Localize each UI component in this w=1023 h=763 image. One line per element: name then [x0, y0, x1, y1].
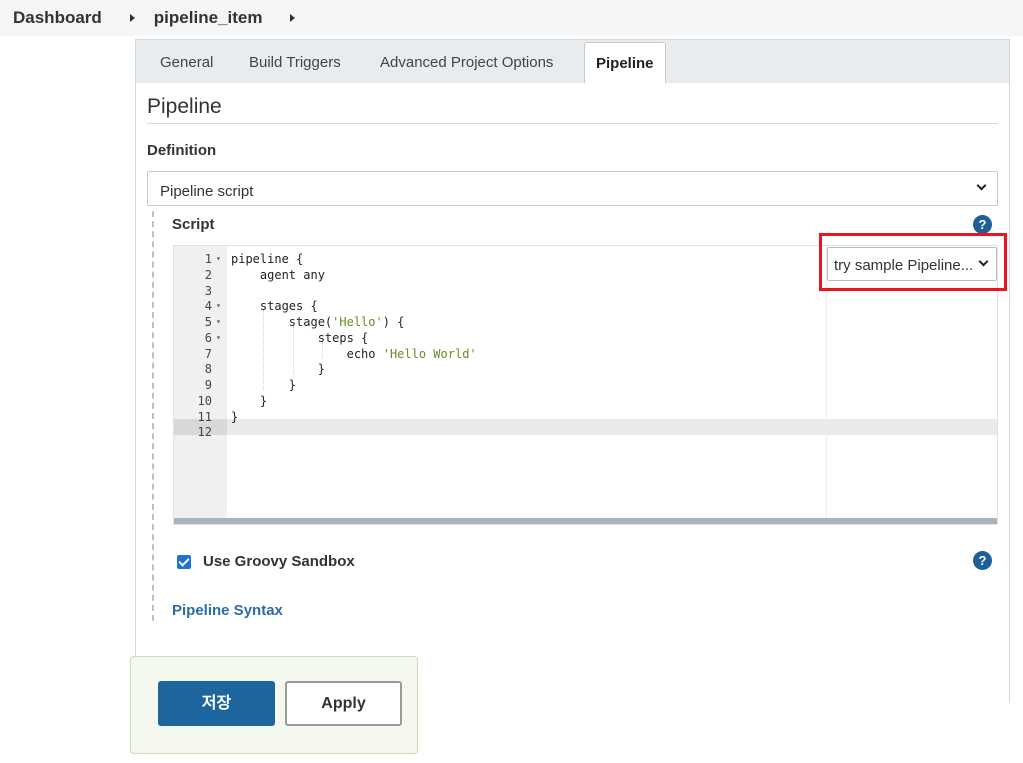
fold-arrow-icon[interactable]: ▾ — [216, 298, 221, 314]
line-number: 2 — [204, 267, 212, 282]
code-text: pipeline { — [231, 251, 303, 267]
code-line: 4 ▾ stages { — [174, 298, 997, 314]
fold-arrow-icon[interactable]: ▾ — [216, 330, 221, 346]
chevron-down-icon — [976, 180, 987, 191]
code-token: ) { — [382, 315, 405, 329]
line-number: 11 — [197, 409, 212, 424]
code-line: 12 — [174, 424, 997, 440]
line-number: 10 — [197, 393, 212, 408]
code-token: stage( — [231, 315, 333, 329]
code-token: agent any — [231, 267, 325, 282]
code-line: 8 } — [174, 361, 997, 377]
breadcrumb-dashboard[interactable]: Dashboard — [13, 8, 102, 28]
tab-general[interactable]: General — [160, 54, 213, 71]
code-token: } — [231, 393, 268, 408]
code-token: } — [231, 378, 297, 392]
script-label: Script — [172, 216, 215, 233]
line-number: 3 — [204, 283, 212, 298]
code-text: } — [231, 377, 296, 393]
nested-section-indicator — [152, 211, 154, 621]
fold-arrow-icon[interactable]: ▾ — [216, 251, 221, 267]
definition-label: Definition — [147, 142, 217, 159]
checkbox-checked-icon[interactable] — [177, 554, 191, 569]
line-number: 5 — [204, 315, 212, 329]
fold-arrow-icon[interactable]: ▾ — [216, 314, 221, 330]
code-line: 5 ▾ stage('Hello') { — [174, 314, 997, 330]
code-token: } — [231, 409, 239, 424]
pipeline-config-panel: Pipeline Definition Pipeline script Scri… — [135, 83, 1010, 703]
code-text: } — [231, 393, 267, 409]
code-text: } — [231, 409, 238, 425]
code-text: stages { — [231, 298, 318, 314]
breadcrumb: Dashboard pipeline_item — [0, 0, 1023, 36]
code-text: echo 'Hello World' — [231, 346, 477, 362]
tab-advanced-project-options[interactable]: Advanced Project Options — [380, 54, 553, 71]
highlight-annotation — [819, 233, 1007, 291]
code-string: 'Hello World' — [382, 346, 477, 361]
code-string: 'Hello' — [332, 315, 383, 329]
breadcrumb-arrow-icon[interactable] — [129, 14, 135, 22]
code-token: pipeline { — [231, 252, 304, 266]
section-divider — [147, 123, 998, 124]
code-token: } — [231, 362, 325, 377]
code-line: 10 } — [174, 393, 997, 409]
line-number: 7 — [204, 346, 212, 361]
groovy-sandbox-option[interactable]: Use Groovy Sandbox — [177, 553, 355, 570]
line-number: 4 — [204, 299, 212, 314]
code-line: 6 ▾ steps { — [174, 330, 997, 346]
tab-build-triggers[interactable]: Build Triggers — [249, 54, 341, 71]
code-line: 9 } — [174, 377, 997, 393]
code-line: 11} — [174, 409, 997, 425]
line-number: 8 — [204, 362, 212, 377]
apply-button[interactable]: Apply — [285, 681, 402, 726]
code-token: stages { — [231, 299, 318, 314]
definition-select[interactable]: Pipeline script — [147, 171, 998, 206]
line-number: 9 — [204, 378, 212, 392]
section-title: Pipeline — [147, 95, 222, 118]
breadcrumb-pipeline-item[interactable]: pipeline_item — [154, 8, 263, 28]
save-button[interactable]: 저장 — [158, 681, 275, 726]
line-number: 12 — [197, 425, 212, 440]
config-tab-bar: General Build Triggers Advanced Project … — [135, 39, 1010, 85]
sandbox-label: Use Groovy Sandbox — [203, 553, 355, 570]
definition-select-value: Pipeline script — [160, 183, 254, 200]
line-number: 1 — [204, 252, 212, 266]
line-number: 6 — [204, 330, 212, 345]
tab-pipeline[interactable]: Pipeline — [584, 42, 666, 85]
form-button-bar: 저장 Apply — [130, 656, 418, 754]
code-token: steps { — [231, 330, 369, 345]
sandbox-help-icon[interactable]: ? — [973, 551, 992, 570]
breadcrumb-arrow-icon[interactable] — [290, 14, 296, 22]
editor-resize-bar[interactable] — [174, 518, 997, 524]
script-help-icon[interactable]: ? — [973, 215, 992, 234]
code-text: steps { — [231, 330, 369, 346]
pipeline-syntax-link[interactable]: Pipeline Syntax — [172, 602, 283, 619]
code-token: echo — [231, 346, 383, 361]
code-line: 7 echo 'Hello World' — [174, 346, 997, 362]
code-text: agent any — [231, 267, 325, 283]
code-text: stage('Hello') { — [231, 314, 405, 330]
code-text: } — [231, 361, 325, 377]
